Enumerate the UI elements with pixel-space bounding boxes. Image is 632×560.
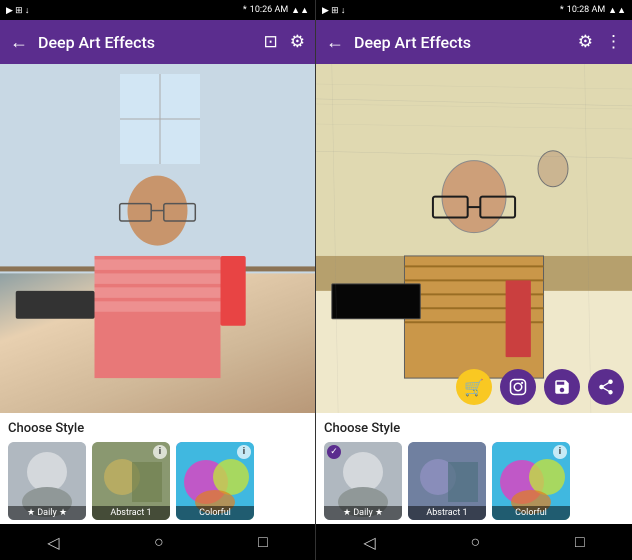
style-thumb-abstract-right[interactable]: Abstract 1 xyxy=(408,442,486,520)
right-photo-svg xyxy=(316,64,632,413)
right-bluetooth-icon: * xyxy=(560,5,564,15)
right-settings-icon[interactable]: ⚙ xyxy=(578,32,593,52)
style-label-colorful-left: Colorful xyxy=(176,506,254,520)
right-status-app-icons: ▶ ⊞ ↓ xyxy=(322,5,345,16)
right-status-left: ▶ ⊞ ↓ xyxy=(322,5,345,16)
right-app-title: Deep Art Effects xyxy=(354,33,568,52)
save-fab-button[interactable] xyxy=(544,369,580,405)
style-thumb-daily-left[interactable]: ★ Daily ★ xyxy=(8,442,86,520)
left-bottom-section: Choose Style ★ Daily ★ i Abstract xyxy=(0,413,315,524)
right-photo xyxy=(316,64,632,413)
right-signal-icon: ▲▲ xyxy=(608,5,626,16)
style-thumb-colorful-right[interactable]: i Colorful xyxy=(492,442,570,520)
right-app-header: ← Deep Art Effects ⚙ ⋮ xyxy=(316,20,632,64)
left-status-bar: ▶ ⊞ ↓ * 10:26 AM ▲▲ xyxy=(0,0,315,20)
left-nav-home[interactable]: ○ xyxy=(154,532,164,552)
crop-icon[interactable]: ⊡ xyxy=(264,32,278,52)
left-photo xyxy=(0,64,315,413)
style-label-daily-right: ★ Daily ★ xyxy=(324,506,402,520)
left-app-title: Deep Art Effects xyxy=(38,33,254,52)
left-header-icons: ⊡ ⚙ xyxy=(264,32,306,52)
left-phone-panel: ▶ ⊞ ↓ * 10:26 AM ▲▲ ← Deep Art Effects ⊡… xyxy=(0,0,316,560)
right-style-strip: ✓ ★ Daily ★ Abstract 1 xyxy=(324,442,624,520)
left-image-area xyxy=(0,64,315,413)
left-back-button[interactable]: ← xyxy=(10,32,28,53)
left-choose-style-label: Choose Style xyxy=(8,421,307,436)
colorful-info-btn-right[interactable]: i xyxy=(553,445,567,459)
instagram-fab-button[interactable] xyxy=(500,369,536,405)
style-label-abstract-right: Abstract 1 xyxy=(408,506,486,520)
left-settings-icon[interactable]: ⚙ xyxy=(290,32,305,52)
right-bottom-section: Choose Style ✓ ★ Daily ★ Abstract xyxy=(316,413,632,524)
style-label-colorful-right: Colorful xyxy=(492,506,570,520)
right-nav-home[interactable]: ○ xyxy=(470,532,480,552)
left-nav-recent[interactable]: □ xyxy=(258,532,268,552)
right-status-bar: ▶ ⊞ ↓ * 10:28 AM ▲▲ xyxy=(316,0,632,20)
cart-fab-button[interactable]: 🛒 xyxy=(456,369,492,405)
abstract-info-btn-left[interactable]: i xyxy=(153,445,167,459)
right-nav-back[interactable]: ◁ xyxy=(363,533,375,552)
right-status-right: * 10:28 AM ▲▲ xyxy=(560,5,626,16)
signal-icon: ▲▲ xyxy=(291,5,309,16)
right-phone-panel: ▶ ⊞ ↓ * 10:28 AM ▲▲ ← Deep Art Effects ⚙… xyxy=(316,0,632,560)
daily-check-icon: ✓ xyxy=(327,445,341,459)
status-app-icons: ▶ ⊞ ↓ xyxy=(6,5,29,16)
share-fab-button[interactable] xyxy=(588,369,624,405)
style-thumb-abstract-left[interactable]: i Abstract 1 xyxy=(92,442,170,520)
right-nav-recent[interactable]: □ xyxy=(575,532,585,552)
right-header-icons: ⚙ ⋮ xyxy=(578,32,622,52)
left-nav-back[interactable]: ◁ xyxy=(47,533,59,552)
more-icon[interactable]: ⋮ xyxy=(605,32,622,52)
bluetooth-icon: * xyxy=(243,5,247,15)
colorful-info-btn-left[interactable]: i xyxy=(237,445,251,459)
left-nav-bar: ◁ ○ □ xyxy=(0,524,315,560)
right-back-button[interactable]: ← xyxy=(326,32,344,53)
status-right: * 10:26 AM ▲▲ xyxy=(243,5,309,16)
style-thumb-colorful-left[interactable]: i Colorful xyxy=(176,442,254,520)
right-choose-style-label: Choose Style xyxy=(324,421,624,436)
status-left-icons: ▶ ⊞ ↓ xyxy=(6,5,29,16)
style-label-daily-left: ★ Daily ★ xyxy=(8,506,86,520)
right-image-area: 🛒 xyxy=(316,64,632,413)
style-thumb-daily-right[interactable]: ✓ ★ Daily ★ xyxy=(324,442,402,520)
left-photo-svg xyxy=(0,64,315,413)
style-label-abstract-left: Abstract 1 xyxy=(92,506,170,520)
left-app-header: ← Deep Art Effects ⊡ ⚙ xyxy=(0,20,315,64)
right-time: 10:28 AM xyxy=(567,5,605,15)
right-nav-bar: ◁ ○ □ xyxy=(316,524,632,560)
left-style-strip: ★ Daily ★ i Abstract 1 xyxy=(8,442,307,520)
left-time: 10:26 AM xyxy=(250,5,288,15)
fab-button-row: 🛒 xyxy=(456,369,624,405)
